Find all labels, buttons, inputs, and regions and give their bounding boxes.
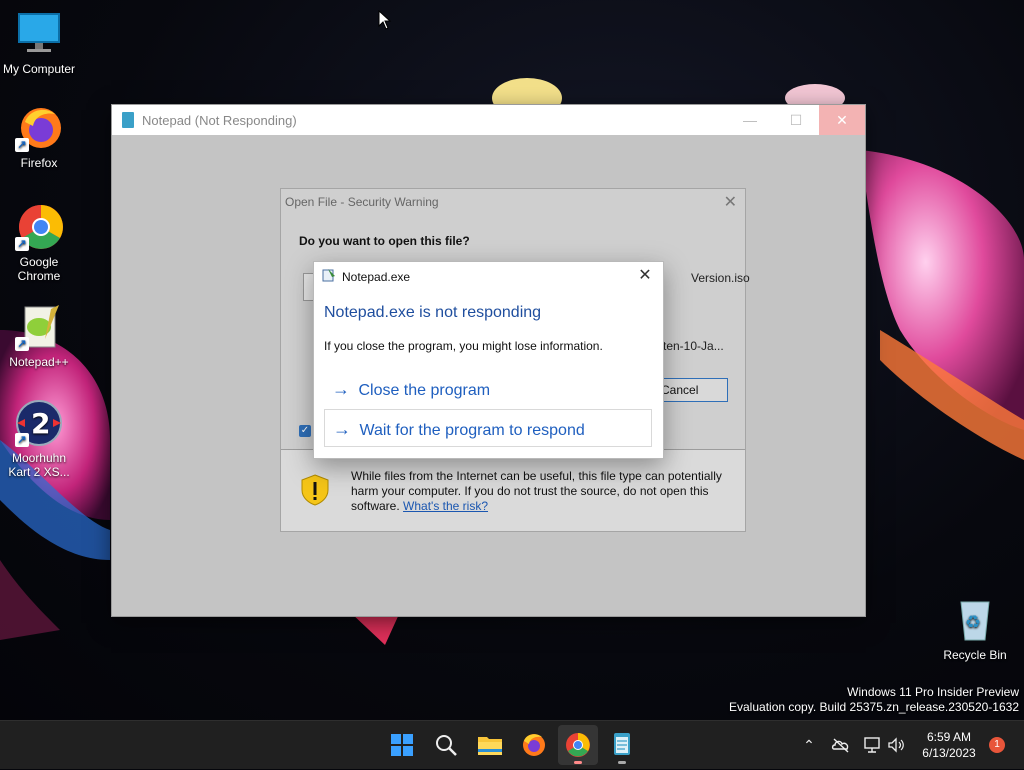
- search-button[interactable]: [426, 725, 466, 765]
- windows-evaluation-watermark: Windows 11 Pro Insider Preview Evaluatio…: [729, 685, 1019, 715]
- chrome-icon: [566, 733, 590, 757]
- desktop-icon-recycle-bin[interactable]: ♻ Recycle Bin: [935, 596, 1015, 662]
- arrow-right-icon: →: [332, 379, 350, 399]
- watermark-line-2: Evaluation copy. Build 25375.zn_release.…: [729, 700, 1019, 714]
- close-the-program-label: Close the program: [358, 382, 491, 399]
- publisher-value: ten-10-Ja...: [663, 339, 724, 353]
- not-responding-close-button[interactable]: ✕: [633, 264, 657, 288]
- minimize-button[interactable]: —: [727, 105, 773, 135]
- desktop-icon-label: Moorhuhn Kart 2 XS...: [8, 451, 70, 479]
- volume-icon[interactable]: [886, 735, 906, 755]
- maximize-button[interactable]: ☐: [773, 105, 819, 135]
- arrow-right-icon: →: [333, 419, 351, 439]
- file-name-value: Version.iso: [691, 271, 750, 285]
- notepad-app-icon: [122, 112, 134, 128]
- security-question: Do you want to open this file?: [299, 234, 470, 248]
- desktop-icon-label: Firefox: [20, 156, 58, 170]
- shortcut-arrow-icon: ↗: [15, 138, 29, 152]
- cancel-button[interactable]: Cancel: [656, 378, 728, 402]
- cancel-button-label: Cancel: [661, 383, 699, 397]
- desktop-icon-google-chrome[interactable]: ↗ Google Chrome: [0, 203, 79, 283]
- desktop-icon-label: Google Chrome: [17, 255, 61, 283]
- security-dialog-close-button[interactable]: ✕: [724, 192, 737, 212]
- shield-warning-icon: [301, 474, 329, 506]
- chrome-taskbar-button[interactable]: [558, 725, 598, 765]
- start-button[interactable]: [382, 725, 422, 765]
- system-clock[interactable]: 6:59 AM 6/13/2023: [912, 729, 986, 761]
- svg-text:2: 2: [31, 407, 50, 440]
- desktop-icon-label: My Computer: [2, 62, 76, 76]
- file-explorer-button[interactable]: [470, 725, 510, 765]
- running-indicator: [574, 761, 582, 764]
- notepad-icon: [614, 733, 630, 755]
- moorhuhn-kart-icon: 2 ↗: [15, 399, 63, 447]
- mouse-cursor-icon: [378, 10, 392, 30]
- desktop-icon-notepad-plus-plus[interactable]: ↗ Notepad++: [0, 303, 79, 369]
- watermark-line-1: Windows 11 Pro Insider Preview: [847, 685, 1019, 699]
- notepad-title-bar[interactable]: Notepad (Not Responding) — ☐ ✕: [112, 105, 865, 135]
- show-hidden-icons-chevron-icon[interactable]: ⌃: [799, 735, 819, 755]
- desktop-icon-firefox[interactable]: ↗ Firefox: [0, 104, 79, 170]
- whats-the-risk-link[interactable]: What's the risk?: [403, 499, 488, 513]
- chrome-icon: ↗: [15, 203, 63, 251]
- monitor-icon: [15, 10, 63, 58]
- close-button[interactable]: ✕: [819, 105, 865, 135]
- close-the-program-option[interactable]: → Close the program: [324, 370, 652, 408]
- wait-for-program-label: Wait for the program to respond: [359, 422, 585, 439]
- firefox-icon: [523, 734, 545, 756]
- security-dialog-title-bar[interactable]: Open File - Security Warning ✕: [281, 189, 745, 215]
- shortcut-arrow-icon: ↗: [15, 433, 29, 447]
- security-warning-text: While files from the Internet can be use…: [351, 469, 731, 514]
- shortcut-arrow-icon: ↗: [15, 237, 29, 251]
- clock-date: 6/13/2023: [922, 746, 976, 760]
- notification-badge[interactable]: 1: [989, 737, 1005, 753]
- not-responding-title-bar[interactable]: Notepad.exe ✕: [314, 262, 663, 290]
- desktop-icon-label: Notepad++: [9, 355, 69, 369]
- shortcut-arrow-icon: ↗: [15, 337, 29, 351]
- taskbar: ⌃ 6:59 AM 6/13/2023 1: [0, 720, 1024, 769]
- notepad-plus-plus-icon: ↗: [15, 303, 63, 351]
- onedrive-cloud-icon[interactable]: [831, 735, 851, 755]
- svg-text:♻: ♻: [965, 612, 981, 633]
- windows-logo-icon: [391, 734, 413, 756]
- security-dialog-title: Open File - Security Warning: [285, 195, 439, 209]
- notepad-window-title: Notepad (Not Responding): [142, 113, 297, 128]
- firefox-taskbar-button[interactable]: [514, 725, 554, 765]
- firefox-icon: ↗: [15, 104, 63, 152]
- not-responding-title: Notepad.exe: [342, 270, 411, 284]
- notepad-exe-icon: [322, 269, 335, 282]
- recycle-bin-icon: ♻: [951, 596, 999, 644]
- always-ask-checkbox[interactable]: ✓: [299, 425, 311, 437]
- wait-for-program-option[interactable]: → Wait for the program to respond: [324, 409, 652, 447]
- desktop-icon-moorhuhn-kart[interactable]: 2 ↗ Moorhuhn Kart 2 XS...: [0, 399, 79, 479]
- clock-time: 6:59 AM: [926, 730, 972, 744]
- network-icon[interactable]: [862, 735, 882, 755]
- desktop-icon-label: Recycle Bin: [943, 648, 1007, 662]
- running-indicator: [618, 761, 626, 764]
- not-responding-dialog[interactable]: Notepad.exe ✕ Notepad.exe is not respond…: [313, 261, 664, 459]
- notepad-taskbar-button[interactable]: [602, 725, 642, 765]
- desktop-icon-my-computer[interactable]: My Computer: [0, 10, 79, 76]
- folder-icon: [478, 737, 502, 755]
- search-icon: [436, 735, 457, 756]
- not-responding-heading: Notepad.exe is not responding: [324, 304, 542, 321]
- not-responding-info: If you close the program, you might lose…: [324, 339, 603, 353]
